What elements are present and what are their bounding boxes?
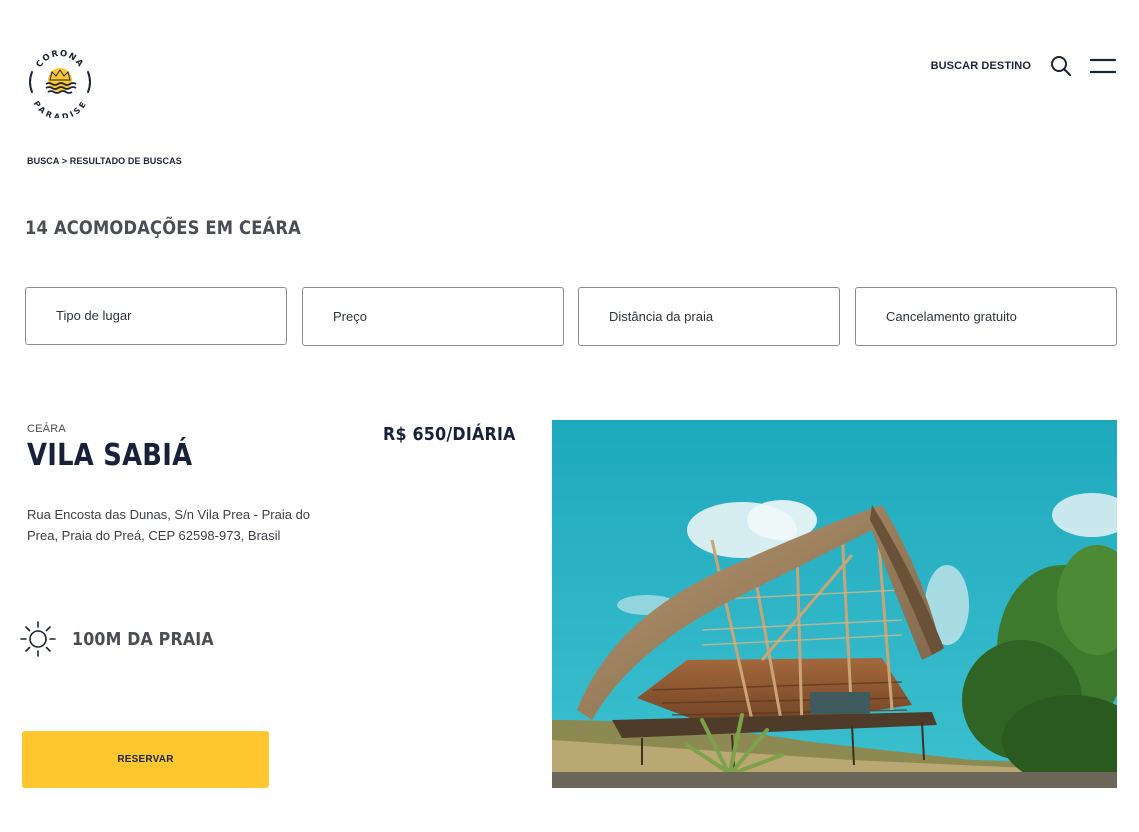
beach-distance-row: 100M DA PRAIA [18,619,233,659]
filter-place-type[interactable]: Tipo de lugar [25,287,287,345]
beach-distance: 100M DA PRAIA [72,628,214,650]
filter-price[interactable]: Preço [302,287,564,346]
page-title: 14 ACOMODAÇÕES EM CEÁRA [25,217,301,239]
breadcrumb-text[interactable]: BUSCA > RESULTADO DE BUSCAS [27,156,182,166]
header-nav: BUSCAR DESTINO [931,52,1117,80]
filter-label: Tipo de lugar [56,308,132,323]
logo-text-bottom: PARADISE [32,99,88,118]
listing-address: Rua Encosta das Dunas, S/n Vila Prea - P… [27,507,311,543]
sun-icon [18,619,58,659]
filter-label: Distância da praia [609,309,714,324]
search-icon[interactable] [1049,54,1073,78]
hut-photo-image [552,420,1117,788]
logo[interactable]: CORONA PARADISE [24,46,96,118]
svg-text:PARADISE: PARADISE [32,99,89,118]
search-destination-link[interactable]: BUSCAR DESTINO [931,60,1031,72]
filter-beach-distance[interactable]: Distância da praia [578,287,840,346]
listing-region: CEÁRA [27,423,66,435]
listing-name[interactable]: VILA SABIÁ [27,438,192,473]
filter-bar: Tipo de lugar Preço Distância da praia C… [25,287,1117,347]
listing-card: CEÁRA VILA SABIÁ R$ 650/DIÁRIA Rua Encos… [0,418,1139,798]
hamburger-menu-icon[interactable] [1089,54,1117,78]
filter-free-cancellation[interactable]: Cancelamento gratuito [855,287,1117,346]
filter-label: Preço [333,309,367,324]
reserve-button[interactable]: RESERVAR [22,731,269,788]
corona-paradise-logo-icon: CORONA PARADISE [29,49,91,118]
listing-price: R$ 650/DIÁRIA [383,424,516,445]
filter-label: Cancelamento gratuito [886,309,1017,324]
svg-text:CORONA: CORONA [34,49,85,70]
listing-photo[interactable] [552,420,1117,788]
logo-text-top: CORONA [34,49,84,70]
breadcrumb: BUSCA > RESULTADO DE BUSCAS [27,156,182,166]
